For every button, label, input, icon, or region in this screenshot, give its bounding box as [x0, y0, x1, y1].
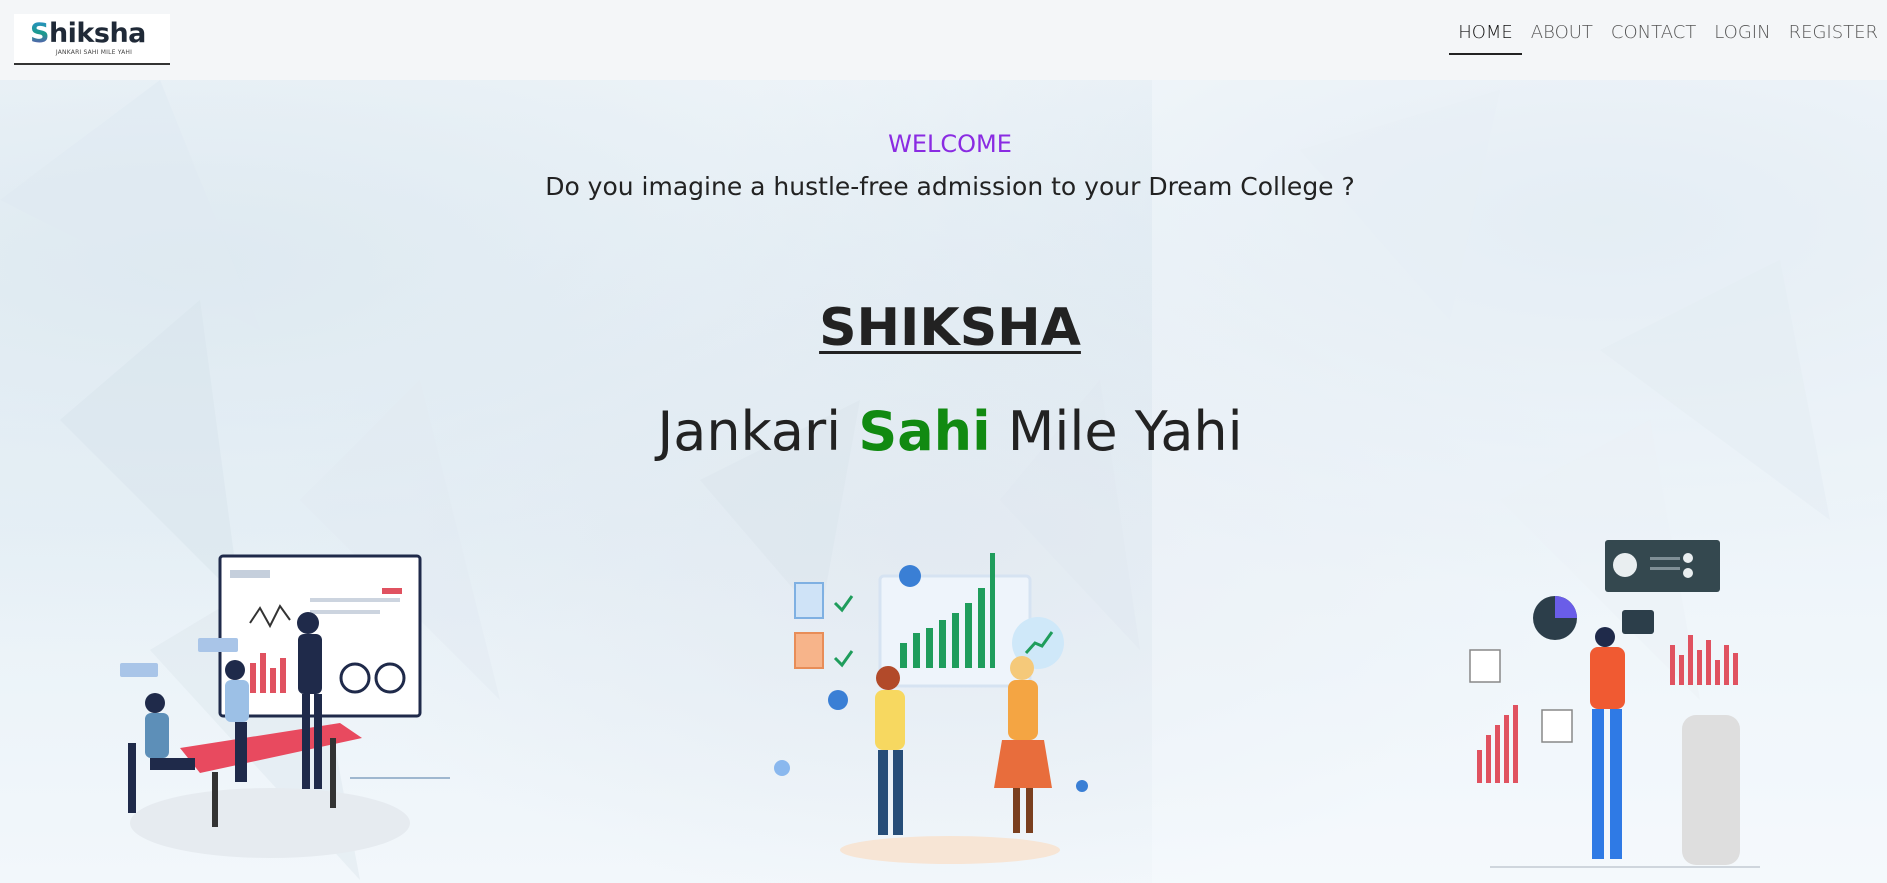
- analyst-charts-illustration: [1469, 540, 1760, 868]
- site-logo[interactable]: Shiksha JANKARI SAHI MILE YAHI: [14, 14, 170, 65]
- nav-register[interactable]: REGISTER: [1780, 22, 1887, 55]
- hero-question: Do you imagine a hustle-free admission t…: [545, 172, 1355, 201]
- hero-motto: Jankari Sahi Mile Yahi: [0, 400, 1887, 463]
- motto-part-2: Mile Yahi: [990, 400, 1243, 463]
- nav-contact[interactable]: CONTACT: [1602, 22, 1705, 55]
- logo-letter-s: S: [30, 18, 49, 49]
- welcome-heading: WELCOME: [888, 130, 1012, 158]
- main-nav: HOME ABOUT CONTACT LOGIN REGISTER: [1449, 22, 1887, 55]
- motto-part-1: Jankari: [657, 400, 859, 463]
- nav-login[interactable]: LOGIN: [1705, 22, 1779, 55]
- logo-wordmark: Shiksha: [30, 18, 146, 49]
- nav-home[interactable]: HOME: [1449, 22, 1522, 55]
- high-five-growth-illustration: [774, 553, 1088, 864]
- logo-text: hiksha: [48, 18, 146, 49]
- logo-tagline: JANKARI SAHI MILE YAHI: [55, 49, 133, 56]
- nav-about[interactable]: ABOUT: [1522, 22, 1602, 55]
- motto-highlight: Sahi: [858, 400, 991, 463]
- team-meeting-illustration: [120, 554, 450, 858]
- hero-brand-title: SHIKSHA: [819, 298, 1081, 358]
- top-navbar: Shiksha JANKARI SAHI MILE YAHI HOME ABOU…: [0, 0, 1887, 80]
